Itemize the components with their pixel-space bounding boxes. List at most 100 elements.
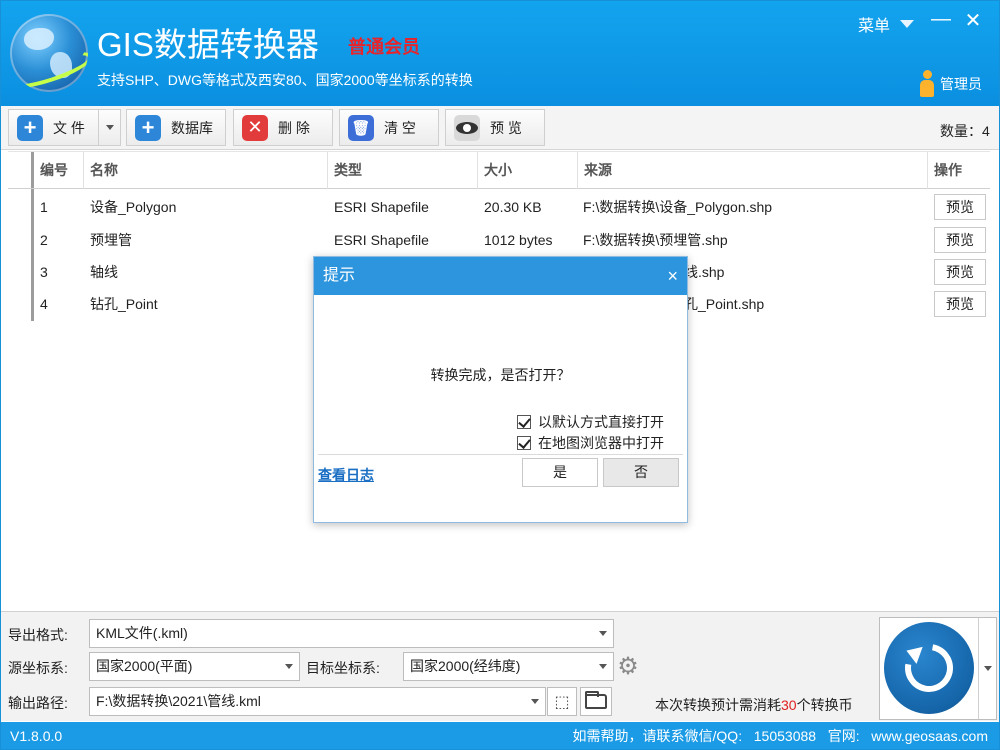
- file-button-label: 文 件: [53, 119, 85, 136]
- dialog-close-icon[interactable]: ×: [667, 257, 678, 295]
- eye-icon: [454, 114, 480, 141]
- user-icon: [918, 70, 936, 98]
- minimize-button[interactable]: —: [929, 8, 953, 31]
- gear-icon[interactable]: ⚙: [615, 654, 641, 680]
- open-default-label: 以默认方式直接打开: [538, 414, 664, 430]
- open-in-map-viewer-checkbox[interactable]: 在地图浏览器中打开: [517, 433, 664, 453]
- column-header-source[interactable]: 来源: [578, 152, 928, 189]
- cell-source: 线.shp: [684, 264, 725, 280]
- convert-dropdown-button[interactable]: [978, 618, 997, 719]
- file-button[interactable]: + 文 件: [8, 109, 121, 146]
- preview-button-label: 预 览: [490, 119, 522, 136]
- column-header-action[interactable]: 操作: [928, 152, 990, 189]
- output-path-input[interactable]: F:\数据转换\2021\管线.kml: [89, 687, 546, 716]
- app-subtitle: 支持SHP、DWG等格式及西安80、国家2000等坐标系的转换: [97, 72, 473, 88]
- help-contact-text: 如需帮助，请联系微信/QQ: 15053088 官网: www.geosaas.…: [572, 728, 988, 744]
- trash-icon: 🗑: [348, 114, 374, 141]
- row-preview-button[interactable]: 预览: [934, 291, 986, 317]
- delete-button[interactable]: ✕ 删 除: [233, 109, 333, 146]
- cell-type: ESRI Shapefile: [334, 232, 429, 248]
- cell-name: 轴线: [90, 264, 118, 280]
- select-target-button[interactable]: ⬚: [547, 687, 577, 716]
- format-label: 导出格式:: [8, 627, 68, 643]
- cost-amount: 30: [781, 697, 797, 713]
- cell-size: 1012 bytes: [484, 232, 553, 248]
- refresh-icon: [895, 634, 963, 702]
- menu-button[interactable]: 菜单: [858, 12, 915, 36]
- cell-type: ESRI Shapefile: [334, 199, 429, 215]
- no-button[interactable]: 否: [603, 458, 679, 487]
- cost-suffix: 个转换币: [796, 697, 853, 713]
- globe-logo-icon: [10, 14, 88, 92]
- checkbox-checked-icon[interactable]: [517, 415, 531, 429]
- dialog-divider: [318, 454, 683, 455]
- table-row[interactable]: 2 预埋管 ESRI Shapefile 1012 bytes F:\数据转换\…: [34, 224, 990, 256]
- database-button[interactable]: + 数据库: [126, 109, 226, 146]
- chevron-down-icon: [105, 125, 114, 130]
- chevron-down-icon: [599, 664, 607, 669]
- cell-num: 3: [40, 264, 48, 280]
- cell-num: 2: [40, 232, 48, 248]
- delete-x-icon: ✕: [242, 114, 268, 141]
- conversion-settings-panel: 导出格式: KML文件(.kml) 源坐标系: 国家2000(平面) 目标坐标系…: [0, 611, 1000, 721]
- view-log-link[interactable]: 查看日志: [318, 465, 374, 485]
- dialog-title-bar: 提示 ×: [314, 257, 687, 295]
- version-text: V1.8.0.0: [10, 728, 63, 744]
- column-header-size[interactable]: 大小: [478, 152, 578, 189]
- chevron-down-icon: [599, 631, 607, 636]
- table-row[interactable]: 1 设备_Polygon ESRI Shapefile 20.30 KB F:\…: [34, 191, 990, 223]
- open-in-map-viewer-label: 在地图浏览器中打开: [538, 435, 664, 451]
- dialog-title: 提示: [323, 267, 356, 284]
- close-button[interactable]: ✕: [961, 8, 985, 33]
- yes-button[interactable]: 是: [522, 458, 598, 487]
- clear-button[interactable]: 🗑 清 空: [339, 109, 439, 146]
- cell-source: 孔_Point.shp: [684, 296, 765, 312]
- plus-icon: +: [17, 114, 43, 141]
- target-crs-value: 国家2000(经纬度): [410, 658, 521, 674]
- source-crs-label: 源坐标系:: [8, 660, 68, 676]
- convert-button[interactable]: [884, 622, 974, 714]
- status-bar: V1.8.0.0 如需帮助，请联系微信/QQ: 15053088 官网: www…: [0, 722, 1000, 750]
- member-level-badge: 普通会员: [348, 37, 420, 57]
- column-header-num[interactable]: 编号: [34, 152, 84, 189]
- source-crs-value: 国家2000(平面): [96, 658, 193, 674]
- target-crs-select[interactable]: 国家2000(经纬度): [403, 652, 614, 681]
- delete-button-label: 删 除: [278, 119, 310, 136]
- format-select[interactable]: KML文件(.kml): [89, 619, 614, 648]
- open-default-checkbox[interactable]: 以默认方式直接打开: [517, 412, 664, 432]
- table-header: 编号 名称 类型 大小 来源 操作: [8, 151, 990, 189]
- menu-label: 菜单: [858, 18, 891, 35]
- browse-folder-button[interactable]: [580, 687, 612, 716]
- cell-name: 预埋管: [90, 232, 132, 248]
- cell-num: 4: [40, 296, 48, 312]
- file-dropdown-button[interactable]: [98, 110, 120, 145]
- user-account[interactable]: 管理员: [918, 70, 982, 98]
- item-count: 数量：4: [940, 123, 990, 139]
- cost-prefix: 本次转换预计需消耗: [655, 697, 781, 713]
- chevron-down-icon: [285, 664, 293, 669]
- chevron-down-icon: [531, 699, 539, 704]
- app-title: GIS数据转换器: [97, 26, 319, 63]
- row-preview-button[interactable]: 预览: [934, 259, 986, 285]
- folder-icon: [585, 691, 607, 709]
- source-crs-select[interactable]: 国家2000(平面): [89, 652, 300, 681]
- clear-button-label: 清 空: [384, 119, 416, 136]
- cost-estimate: 本次转换预计需消耗30个转换币: [655, 695, 853, 715]
- cell-size: 20.30 KB: [484, 199, 542, 215]
- dialog-message: 转换完成，是否打开？: [430, 367, 571, 383]
- cursor-select-icon: ⬚: [554, 693, 570, 711]
- format-value: KML文件(.kml): [96, 625, 188, 641]
- chevron-down-icon: [900, 20, 915, 28]
- column-header-type[interactable]: 类型: [328, 152, 478, 189]
- checkbox-checked-icon[interactable]: [517, 436, 531, 450]
- preview-button[interactable]: 预 览: [445, 109, 545, 146]
- cell-source: F:\数据转换\设备_Polygon.shp: [583, 199, 773, 215]
- chevron-down-icon: [984, 666, 992, 671]
- output-path-value: F:\数据转换\2021\管线.kml: [96, 693, 261, 709]
- row-preview-button[interactable]: 预览: [934, 227, 986, 253]
- row-preview-button[interactable]: 预览: [934, 194, 986, 220]
- cell-name: 设备_Polygon: [90, 199, 177, 215]
- confirm-dialog: 提示 × 转换完成，是否打开？ 以默认方式直接打开 在地图浏览器中打开 查看日志…: [313, 256, 688, 523]
- convert-button-group: [879, 617, 997, 720]
- column-header-name[interactable]: 名称: [84, 152, 328, 189]
